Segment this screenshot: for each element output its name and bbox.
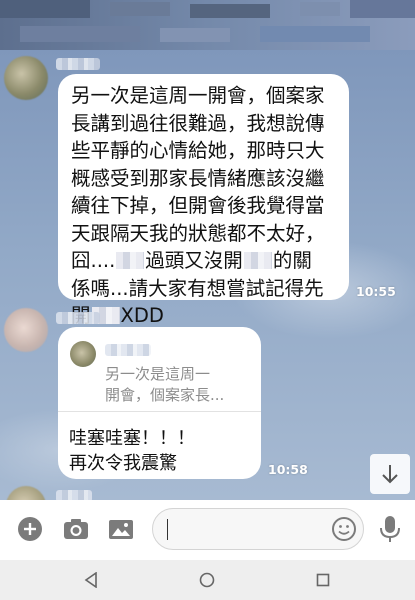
message-line: 再次令我震驚 (69, 453, 177, 474)
quoted-sender-name-redacted (105, 344, 151, 356)
system-navigation-bar (0, 560, 415, 600)
message-line: 長講到過往很難過，我想說傳 (71, 111, 325, 135)
message-fragment: 囧.... (71, 249, 116, 272)
chat-header (0, 0, 415, 50)
quoted-message[interactable]: 另一次是這周一 開會，個案家長... (58, 327, 261, 412)
sender-avatar[interactable] (4, 56, 48, 100)
message-line: 囧.... 過頭又沒開 的關 (71, 247, 337, 275)
sender-avatar[interactable] (4, 308, 48, 352)
sender-avatar[interactable] (6, 486, 46, 500)
square-recent-icon (316, 573, 330, 587)
sender-name-redacted (56, 312, 100, 324)
message-line: 開XDD (71, 302, 337, 330)
chat-area[interactable]: 另一次是這周一開會，個案家 長講到過往很難過，我想說傳 些平靜的心情給她，那時只… (0, 50, 415, 500)
microphone-icon (380, 516, 400, 542)
quoted-text-line: 開會，個案家長... (105, 386, 225, 404)
reply-message-bubble[interactable]: 另一次是這周一 開會，個案家長... 哇塞哇塞！！！ 再次令我震驚 (58, 327, 261, 479)
message-timestamp: 10:55 (356, 284, 396, 299)
circle-home-icon (199, 572, 215, 588)
message-line: 續往下掉，但開會後我覺得當 (71, 194, 325, 217)
quoted-text-line: 另一次是這周一 (105, 365, 211, 383)
camera-icon (64, 519, 88, 539)
image-button[interactable] (106, 515, 136, 543)
message-timestamp: 10:58 (268, 462, 308, 477)
message-line: 另一次是這周一開會，個案家 (71, 84, 325, 107)
message-line: 哇塞哇塞！！！ (69, 428, 195, 449)
nav-back-button[interactable] (80, 570, 102, 590)
nav-home-button[interactable] (196, 570, 218, 590)
camera-button[interactable] (61, 515, 91, 543)
emoji-button[interactable] (331, 516, 357, 542)
smiley-icon (332, 517, 356, 541)
quoted-sender-avatar (70, 341, 96, 367)
redacted-text (116, 252, 145, 269)
quoted-text: 另一次是這周一 開會，個案家長... (105, 364, 224, 406)
image-icon (109, 520, 133, 539)
message-line: 些平靜的心情給她，那時只大 (71, 139, 325, 162)
nav-recent-apps-button[interactable] (312, 570, 334, 590)
sender-name-redacted (56, 58, 100, 70)
message-input[interactable] (152, 508, 364, 550)
message-line: 係嗎...請大家有想嘗試記得先 (71, 276, 324, 300)
scroll-to-bottom-button[interactable] (370, 454, 410, 494)
message-fragment: XDD (120, 304, 164, 327)
redacted-text (243, 252, 272, 269)
add-button[interactable] (16, 515, 44, 543)
message-fragment: 過頭又沒開 (145, 249, 243, 272)
sender-name-redacted (56, 490, 92, 500)
voice-message-button[interactable] (377, 514, 403, 544)
arrow-down-icon (382, 465, 398, 484)
message-line: 天跟隔天我的狀態都不太好， (71, 221, 325, 245)
message-line: 概感受到那家長情緒應該沒繼 (71, 166, 325, 190)
message-fragment: 的關 (272, 249, 312, 272)
plus-circle-icon (18, 517, 42, 541)
message-bubble[interactable]: 另一次是這周一開會，個案家 長講到過往很難過，我想說傳 些平靜的心情給她，那時只… (58, 74, 349, 327)
triangle-back-icon (84, 572, 97, 588)
text-cursor (167, 519, 168, 540)
